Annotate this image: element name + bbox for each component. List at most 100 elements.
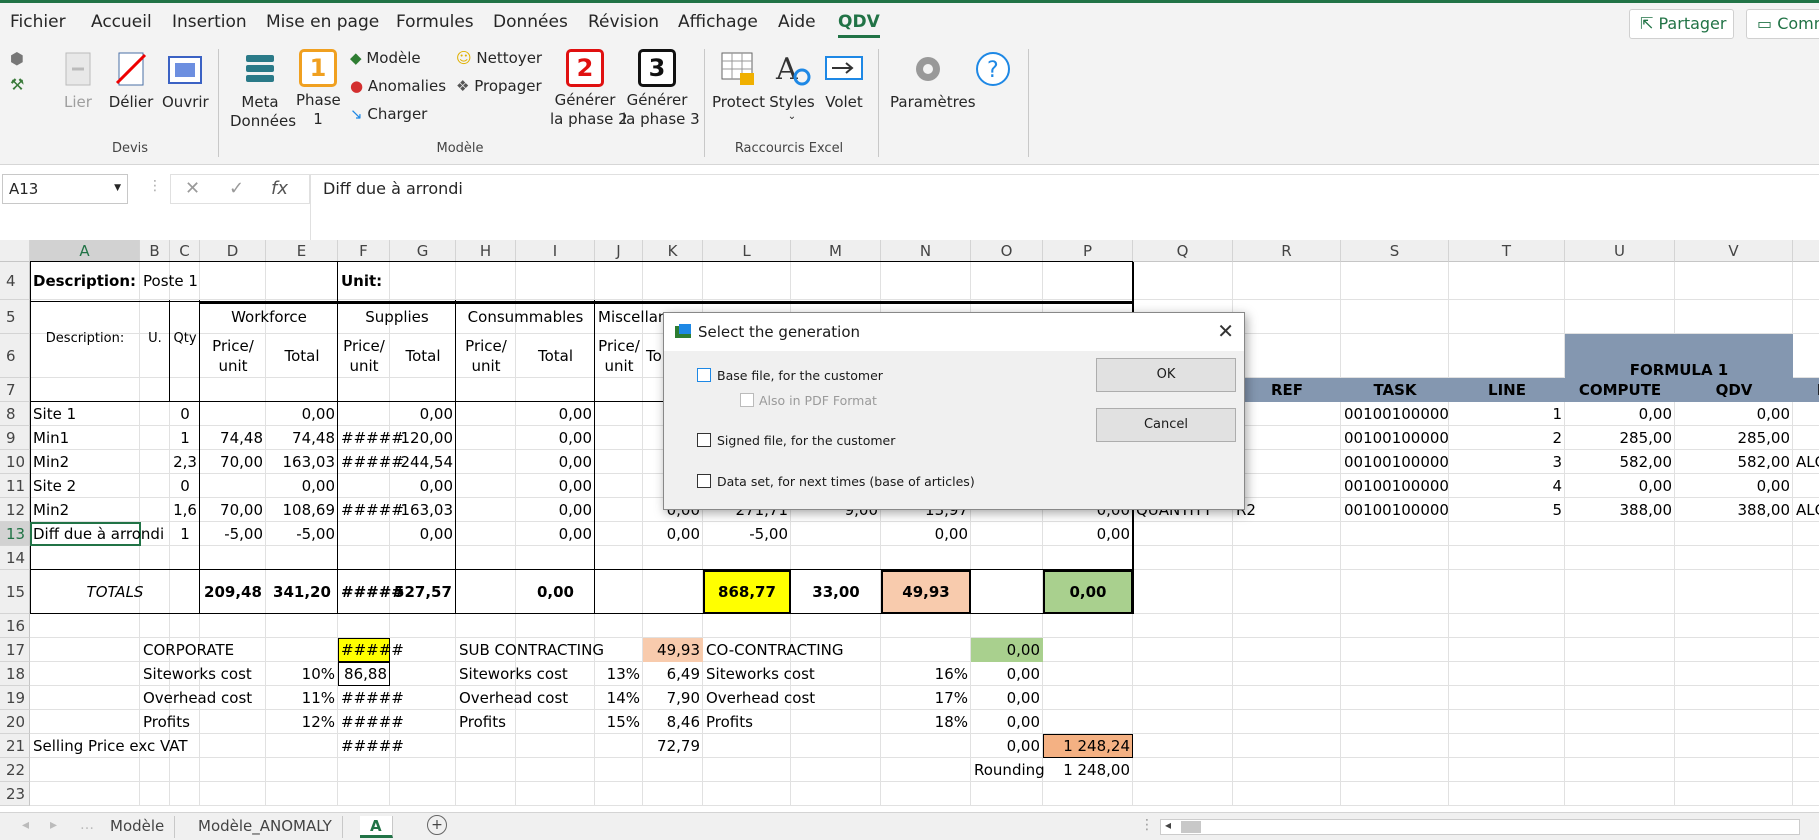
- compute-cell[interactable]: 582,00: [1568, 452, 1673, 472]
- line-description[interactable]: Min2: [33, 452, 137, 472]
- line-cell[interactable]: 4: [1452, 476, 1562, 496]
- cell[interactable]: Profits: [143, 712, 263, 732]
- right-table-header[interactable]: FORCED: [1796, 380, 1819, 400]
- row-header[interactable]: 16: [0, 614, 30, 638]
- qdv-cell[interactable]: 388,00: [1678, 500, 1791, 520]
- line-consumables-total[interactable]: 0,00: [519, 452, 592, 472]
- compute-cell[interactable]: 388,00: [1568, 500, 1673, 520]
- scroll-left-arrow-icon[interactable]: ◂: [1165, 818, 1171, 832]
- horizontal-scrollbar[interactable]: ◂: [1160, 818, 1800, 835]
- row-header[interactable]: 9: [0, 426, 30, 450]
- column-header[interactable]: A: [30, 240, 140, 262]
- more-tabs-icon[interactable]: …: [80, 817, 94, 833]
- line-qty[interactable]: 2,3: [173, 452, 197, 472]
- row-header[interactable]: 4: [0, 262, 30, 300]
- price-unit-header[interactable]: unit: [459, 356, 513, 376]
- unit-label[interactable]: Unit:: [341, 271, 387, 291]
- line-total[interactable]: 0,00: [269, 404, 335, 424]
- delier-button[interactable]: Délier: [108, 49, 154, 112]
- line-qty[interactable]: 1: [173, 428, 197, 448]
- generer-phase2-button[interactable]: 2 Générer la phase 2: [550, 49, 628, 129]
- total-value[interactable]: 0,00: [1046, 582, 1130, 602]
- line-cell[interactable]: 5: [1452, 500, 1562, 520]
- description-label[interactable]: Description:: [33, 271, 137, 291]
- cell[interactable]: 0,00: [974, 736, 1040, 756]
- select-all-corner[interactable]: [0, 240, 30, 262]
- rounding-label[interactable]: Rounding: [974, 760, 1045, 780]
- cell[interactable]: R2: [1236, 500, 1338, 520]
- right-table-header[interactable]: REF: [1236, 380, 1338, 400]
- row-header[interactable]: 10: [0, 450, 30, 474]
- row-header[interactable]: 18: [0, 662, 30, 686]
- tab-fichier[interactable]: Fichier: [10, 12, 66, 32]
- tab-donnees[interactable]: Données: [493, 12, 568, 32]
- column-header[interactable]: M: [791, 240, 881, 262]
- row-header[interactable]: 6: [0, 334, 30, 378]
- row-header[interactable]: 7: [0, 378, 30, 402]
- scroll-left-icon[interactable]: ◂: [22, 817, 29, 833]
- consumables-header[interactable]: Consummables: [459, 307, 592, 327]
- comments-button[interactable]: ▭ Comm: [1746, 9, 1819, 39]
- poste-value[interactable]: Poste 1: [143, 271, 263, 291]
- total-value[interactable]: 341,20: [269, 582, 335, 602]
- task-cell[interactable]: 00100100000: [1344, 452, 1449, 472]
- cell[interactable]: Overhead cost: [706, 688, 878, 708]
- description-header[interactable]: Description:: [33, 329, 137, 349]
- row-header[interactable]: 19: [0, 686, 30, 710]
- line-supplies-total[interactable]: 163,03: [393, 500, 454, 520]
- column-header[interactable]: I: [516, 240, 595, 262]
- line-total[interactable]: 108,69: [269, 500, 336, 520]
- charger-button[interactable]: ↘ Charger: [350, 105, 427, 124]
- cell[interactable]: 0,00: [974, 712, 1040, 732]
- total-value[interactable]: 0,00: [519, 582, 592, 602]
- column-header[interactable]: F: [338, 240, 390, 262]
- parametres-button[interactable]: Paramètres: [890, 49, 976, 112]
- column-header[interactable]: B: [140, 240, 170, 262]
- line-supplies-total[interactable]: 120,00: [393, 428, 454, 448]
- line-qty[interactable]: 1: [173, 524, 197, 544]
- cell[interactable]: Profits: [706, 712, 878, 732]
- ok-button[interactable]: OK: [1096, 358, 1236, 392]
- compute-cell[interactable]: 0,00: [1568, 476, 1672, 496]
- line-supplies-total[interactable]: 244,54: [393, 452, 454, 472]
- add-sheet-icon[interactable]: +: [427, 815, 447, 835]
- total-header[interactable]: Total: [393, 346, 453, 366]
- cancel-button[interactable]: Cancel: [1096, 408, 1236, 442]
- column-header[interactable]: R: [1233, 240, 1341, 262]
- sheet-tab-a[interactable]: A: [360, 816, 393, 838]
- confirm-icon[interactable]: ✓: [229, 178, 244, 199]
- cell[interactable]: Siteworks cost: [706, 664, 878, 684]
- co-contracting-label[interactable]: CO-CONTRACTING: [706, 640, 968, 660]
- row-header[interactable]: 8: [0, 402, 30, 426]
- line-total[interactable]: 163,03: [269, 452, 336, 472]
- formula-header[interactable]: FORMULA 1: [1568, 360, 1790, 380]
- cell[interactable]: 49,93: [646, 640, 700, 660]
- row-header[interactable]: 15: [0, 570, 30, 614]
- row-header[interactable]: 12: [0, 498, 30, 522]
- column-header[interactable]: K: [643, 240, 703, 262]
- column-header[interactable]: O: [971, 240, 1043, 262]
- cell[interactable]: 11%: [269, 688, 335, 708]
- cell[interactable]: 0,00: [974, 688, 1040, 708]
- cell[interactable]: 8,46: [646, 712, 700, 732]
- line-qty[interactable]: 0: [173, 476, 197, 496]
- name-box[interactable]: A13 ▼: [2, 174, 128, 204]
- cell[interactable]: 0,00: [1046, 524, 1130, 544]
- right-table-header[interactable]: QDV: [1678, 380, 1790, 400]
- line-supplies-price[interactable]: #####: [341, 500, 404, 520]
- corporate-label[interactable]: CORPORATE: [143, 640, 263, 660]
- tab-insertion[interactable]: Insertion: [172, 12, 247, 32]
- cell[interactable]: 0,00: [974, 664, 1040, 684]
- supplies-header[interactable]: Supplies: [341, 307, 453, 327]
- line-supplies-total[interactable]: 0,00: [393, 404, 453, 424]
- price-unit-header[interactable]: Price/: [341, 336, 387, 356]
- total-header[interactable]: Total: [519, 346, 592, 366]
- cell[interactable]: 13%: [598, 664, 640, 684]
- cell[interactable]: 10%: [269, 664, 335, 684]
- row-header[interactable]: 13: [0, 522, 30, 546]
- row-header[interactable]: 11: [0, 474, 30, 498]
- forced-cell[interactable]: ALGO: [1796, 452, 1819, 472]
- qdv-cell[interactable]: 285,00: [1678, 428, 1791, 448]
- phase1-button[interactable]: 1 Phase 1: [296, 49, 341, 129]
- line-description[interactable]: Site 2: [33, 476, 137, 496]
